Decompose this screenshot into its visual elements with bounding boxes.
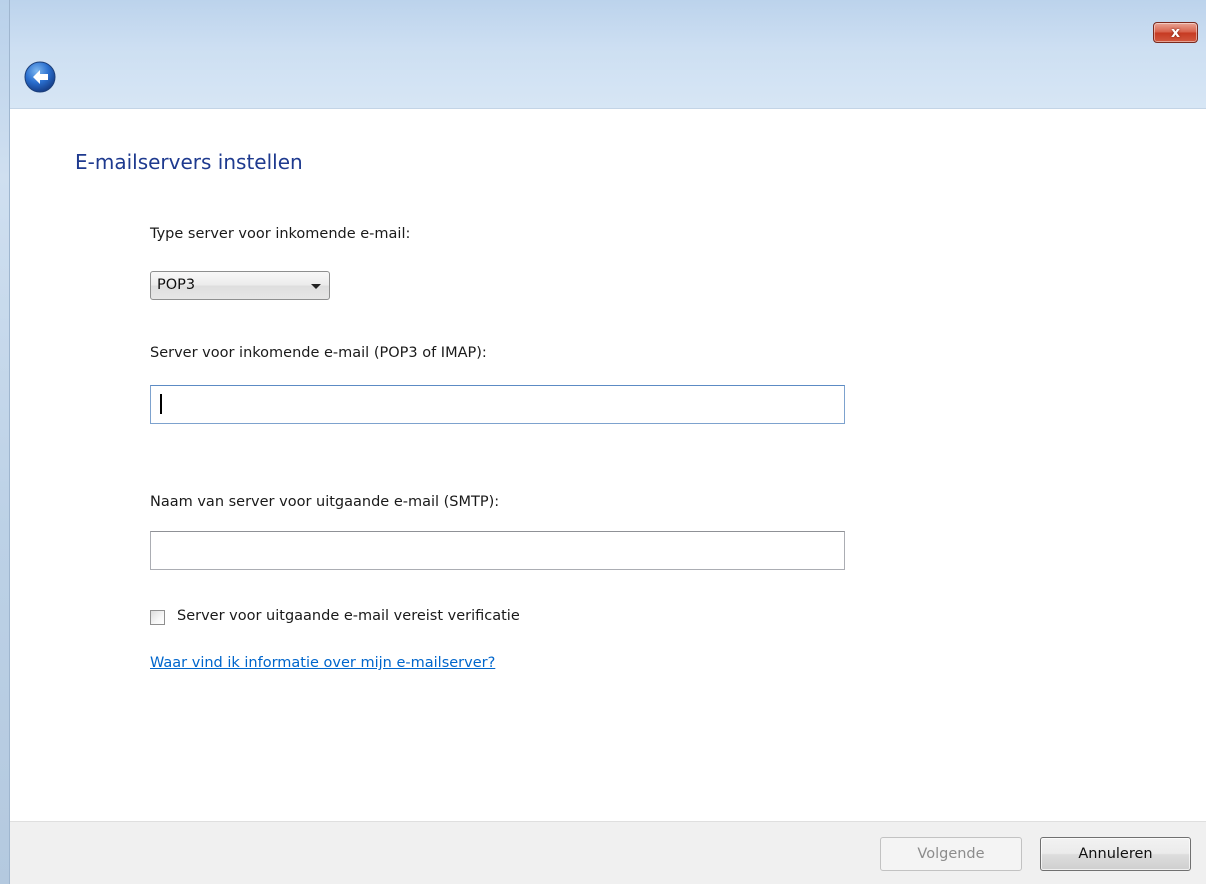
next-button[interactable]: Volgende bbox=[880, 837, 1022, 871]
incoming-type-value: POP3 bbox=[157, 277, 196, 293]
content-area: E-mailservers instellen Type server voor… bbox=[10, 109, 1206, 821]
back-arrow-icon bbox=[24, 61, 56, 93]
auth-required-label[interactable]: Server voor uitgaande e-mail vereist ver… bbox=[177, 608, 520, 624]
back-button[interactable] bbox=[24, 61, 56, 93]
outgoing-server-input[interactable] bbox=[150, 531, 845, 570]
outgoing-server-label: Naam van server voor uitgaande e-mail (S… bbox=[150, 494, 500, 510]
incoming-type-select[interactable]: POP3 bbox=[150, 271, 330, 300]
incoming-type-label: Type server voor inkomende e-mail: bbox=[150, 226, 411, 242]
incoming-server-input[interactable] bbox=[150, 385, 845, 424]
window-left-frame bbox=[0, 0, 10, 884]
page-title: E-mailservers instellen bbox=[75, 150, 303, 174]
email-server-help-link[interactable]: Waar vind ik informatie over mijn e-mail… bbox=[150, 655, 495, 671]
auth-required-checkbox[interactable] bbox=[150, 610, 165, 625]
email-setup-window: x E-mailservers instellen Type server vo… bbox=[0, 0, 1206, 884]
chevron-down-icon bbox=[311, 284, 321, 289]
title-bar: x bbox=[0, 0, 1206, 109]
text-caret bbox=[160, 394, 162, 414]
close-icon: x bbox=[1170, 24, 1181, 41]
close-button[interactable]: x bbox=[1153, 22, 1198, 43]
incoming-server-label: Server voor inkomende e-mail (POP3 of IM… bbox=[150, 345, 487, 361]
button-footer: Volgende Annuleren bbox=[10, 821, 1206, 884]
cancel-button[interactable]: Annuleren bbox=[1040, 837, 1191, 871]
